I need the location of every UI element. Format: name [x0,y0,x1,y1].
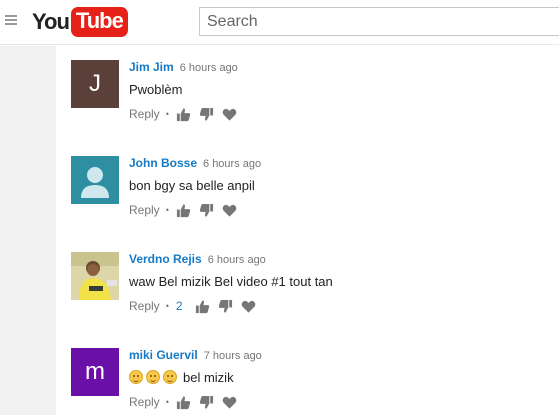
comment-text: bel mizik [129,368,549,386]
separator-dot: • [165,301,169,311]
separator-dot: • [165,109,169,119]
avatar[interactable]: m [71,348,119,396]
thumbs-down-icon[interactable] [199,395,214,410]
comment-actions: Reply • [129,106,549,122]
smiley-emoji-icon [146,370,160,384]
reply-button[interactable]: Reply [129,107,160,121]
comment-author[interactable]: Verdno Rejis [129,252,202,266]
reply-button[interactable]: Reply [129,203,160,217]
heart-icon[interactable] [222,203,237,218]
thumbs-down-icon[interactable] [218,299,233,314]
hamburger-menu-icon[interactable] [5,15,17,27]
comment-text: Pwoblèm [129,81,183,97]
comment-text: bon bgy sa belle anpil [129,177,255,193]
search-input[interactable] [199,7,559,36]
like-count[interactable]: 2 [176,299,183,313]
comment-time[interactable]: 6 hours ago [180,62,238,74]
thumbs-down-icon[interactable] [199,203,214,218]
comment-text: waw Bel mizik Bel video #1 tout tan [129,273,333,289]
separator-dot: • [165,397,169,407]
thumbs-up-icon[interactable] [195,299,210,314]
logo-you-text: You [32,9,70,34]
avatar-letter: J [89,70,101,97]
comment-author[interactable]: John Bosse [129,156,197,170]
avatar-letter: m [85,358,105,385]
thumbs-up-icon[interactable] [176,203,191,218]
reply-button[interactable]: Reply [129,395,160,409]
user-photo-icon [71,252,119,300]
avatar[interactable] [71,156,119,204]
smiley-emoji-icon [163,370,177,384]
default-user-icon [81,167,109,198]
reply-button[interactable]: Reply [129,299,160,313]
comment-time[interactable]: 6 hours ago [208,254,266,266]
thumbs-up-icon[interactable] [176,395,191,410]
youtube-logo[interactable]: You Tube [32,7,128,37]
smiley-emoji-icon [129,370,143,384]
separator-dot: • [165,205,169,215]
left-gutter [0,46,56,415]
avatar[interactable] [71,252,119,300]
thumbs-up-icon[interactable] [176,107,191,122]
comment-time[interactable]: 7 hours ago [204,350,262,362]
masthead: You Tube [0,0,559,45]
heart-icon[interactable] [241,299,256,314]
comment-author[interactable]: Jim Jim [129,60,174,74]
thumbs-down-icon[interactable] [199,107,214,122]
comment-actions: Reply • [129,394,549,410]
comment-actions: Reply • [129,202,549,218]
heart-icon[interactable] [222,395,237,410]
comment-time[interactable]: 6 hours ago [203,158,261,170]
comment-text-content: bel mizik [183,369,234,385]
avatar[interactable]: J [71,60,119,108]
comment-actions: Reply • 2 [129,298,549,314]
logo-tube-text: Tube [70,7,128,37]
heart-icon[interactable] [222,107,237,122]
comments-list: J Jim Jim 6 hours ago Pwoblèm Reply • Jo… [56,46,559,415]
comment-author[interactable]: miki Guervil [129,348,198,362]
